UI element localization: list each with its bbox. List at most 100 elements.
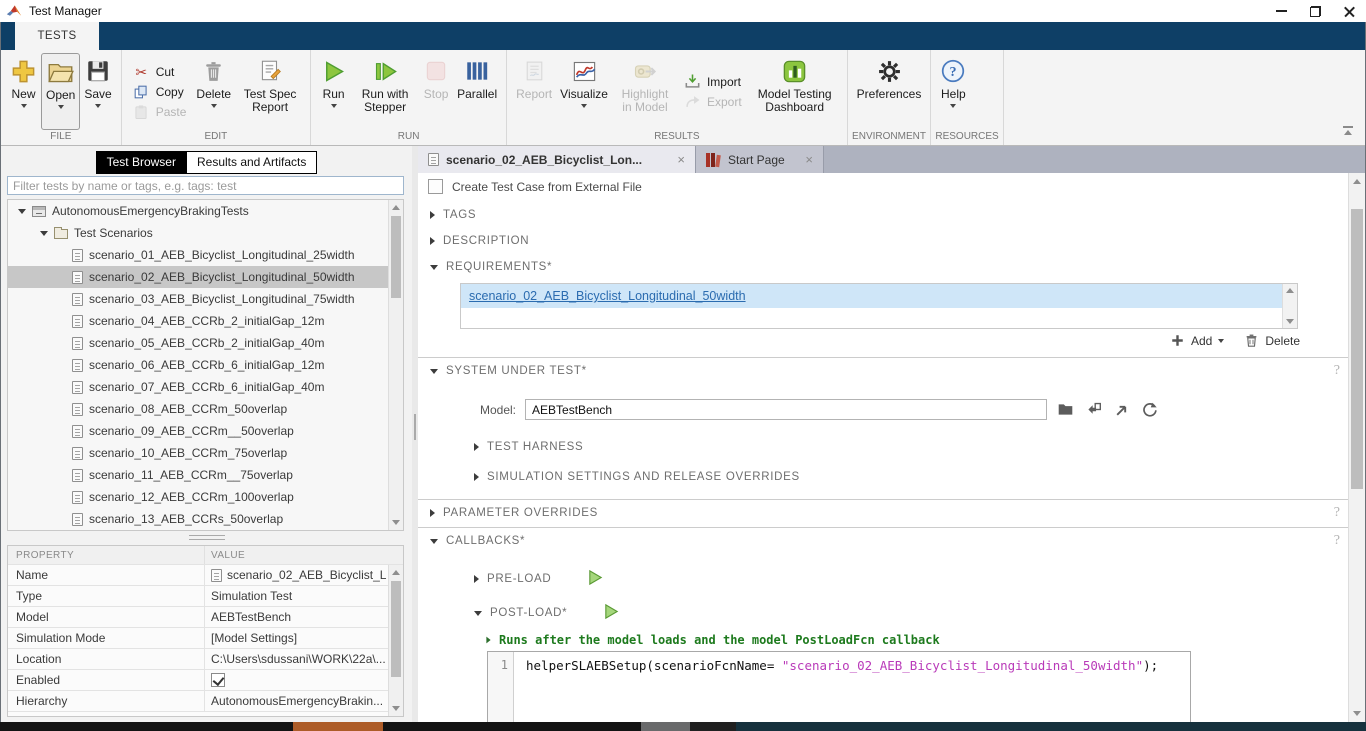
use-current-model-button[interactable] <box>1084 401 1103 419</box>
scroll-up-icon[interactable] <box>392 205 400 210</box>
property-row-simulation-mode[interactable]: Simulation Mode [Model Settings] <box>8 628 403 649</box>
tab-close-icon[interactable]: × <box>805 152 813 167</box>
callbacks-help-icon[interactable]: ? <box>1334 533 1340 549</box>
enabled-checkbox[interactable] <box>211 673 225 687</box>
section-tags[interactable]: TAGS <box>430 209 476 221</box>
parallel-button[interactable]: Parallel <box>453 53 501 130</box>
scroll-down-icon[interactable] <box>392 520 400 525</box>
run-preload-button[interactable] <box>587 569 604 589</box>
section-post-load[interactable]: POST-LOAD* <box>474 603 620 623</box>
tree-scrollbar[interactable] <box>388 200 403 530</box>
tab-results-and-artifacts[interactable]: Results and Artifacts <box>187 151 317 174</box>
property-scrollbar[interactable] <box>388 565 403 716</box>
tree-item-test-scenarios[interactable]: Test Scenarios <box>8 222 403 244</box>
run-with-stepper-button[interactable]: Run with Stepper <box>351 53 419 130</box>
property-row-name[interactable]: Name scenario_02_AEB_Bicyclist_L <box>8 565 403 586</box>
scroll-down-icon[interactable] <box>1286 319 1294 324</box>
section-description[interactable]: DESCRIPTION <box>430 235 529 247</box>
import-button[interactable]: Import <box>684 73 742 90</box>
scroll-up-icon[interactable] <box>1286 288 1294 293</box>
tree-item-scenario-11[interactable]: scenario_11_AEB_CCRm__75overlap <box>8 464 403 486</box>
help-dropdown-icon[interactable] <box>950 104 956 108</box>
scroll-down-icon[interactable] <box>392 706 400 711</box>
collapse-ribbon-button[interactable] <box>1341 126 1355 137</box>
new-dropdown-icon[interactable] <box>21 104 27 108</box>
tree-item-scenario-02[interactable]: scenario_02_AEB_Bicyclist_Longitudinal_5… <box>8 266 403 288</box>
property-row-location[interactable]: Location C:\Users\sdussani\WORK\22a\... <box>8 649 403 670</box>
tab-test-browser[interactable]: Test Browser <box>96 151 187 174</box>
scroll-down-icon[interactable] <box>1353 711 1361 716</box>
close-button[interactable] <box>1332 0 1366 22</box>
paste-button[interactable]: Paste <box>133 103 187 120</box>
add-dropdown-icon[interactable] <box>1218 339 1224 343</box>
tab-tests[interactable]: TESTS <box>15 22 99 50</box>
parameter-overrides-help-icon[interactable]: ? <box>1334 505 1340 521</box>
property-row-hierarchy[interactable]: Hierarchy AutonomousEmergencyBrakin... <box>8 691 403 712</box>
tree-item-scenario-12[interactable]: scenario_12_AEB_CCRm_100overlap <box>8 486 403 508</box>
browse-model-button[interactable] <box>1056 401 1075 419</box>
delete-dropdown-icon[interactable] <box>211 104 217 108</box>
section-pre-load[interactable]: PRE-LOAD <box>474 569 604 589</box>
requirements-scrollbar[interactable] <box>1282 284 1297 328</box>
visualize-dropdown-icon[interactable] <box>581 104 587 108</box>
open-model-button[interactable] <box>1112 401 1131 419</box>
restore-button[interactable] <box>1298 0 1332 22</box>
section-parameter-overrides[interactable]: PARAMETER OVERRIDES <box>430 507 598 519</box>
requirement-link[interactable]: scenario_02_AEB_Bicyclist_Longitudinal_5… <box>469 289 746 303</box>
scroll-up-icon[interactable] <box>392 570 400 575</box>
tree-item-scenario-03[interactable]: scenario_03_AEB_Bicyclist_Longitudinal_7… <box>8 288 403 310</box>
minimize-button[interactable] <box>1264 0 1298 22</box>
tree-item-scenario-08[interactable]: scenario_08_AEB_CCRm_50overlap <box>8 398 403 420</box>
refresh-model-button[interactable] <box>1140 401 1159 419</box>
section-test-harness[interactable]: TEST HARNESS <box>474 441 583 453</box>
postload-hint-row[interactable]: Runs after the model loads and the model… <box>486 633 940 647</box>
requirement-row-selected[interactable]: scenario_02_AEB_Bicyclist_Longitudinal_5… <box>461 284 1297 308</box>
test-spec-report-button[interactable]: Test Spec Report <box>235 53 305 130</box>
tree-item-scenario-06[interactable]: scenario_06_AEB_CCRb_6_initialGap_12m <box>8 354 403 376</box>
postload-code-editor[interactable]: 1 helperSLAEBSetup(scenarioFcnName= "sce… <box>487 651 1191 722</box>
save-button[interactable]: Save <box>80 53 115 130</box>
preferences-button[interactable]: Preferences <box>853 53 926 130</box>
new-button[interactable]: New <box>6 53 41 130</box>
tab-start-page[interactable]: Start Page × <box>696 146 824 173</box>
tree-item-scenario-07[interactable]: scenario_07_AEB_CCRb_6_initialGap_40m <box>8 376 403 398</box>
help-button[interactable]: ? Help <box>936 53 970 130</box>
tab-scenario-02[interactable]: scenario_02_AEB_Bicyclist_Lon... × <box>418 146 696 173</box>
open-button[interactable]: Open <box>41 53 80 130</box>
report-button[interactable]: Report <box>512 53 556 130</box>
section-requirements[interactable]: REQUIREMENTS* <box>430 261 552 273</box>
main-scroll-thumb[interactable] <box>1351 209 1363 489</box>
highlight-in-model-button[interactable]: Highlight in Model <box>612 53 678 130</box>
copy-button[interactable]: Copy <box>133 83 187 100</box>
scroll-up-icon[interactable] <box>1353 179 1361 184</box>
property-scroll-thumb[interactable] <box>391 581 401 677</box>
delete-button[interactable]: Delete <box>192 53 235 130</box>
run-postload-button[interactable] <box>603 603 620 623</box>
property-row-model[interactable]: Model AEBTestBench <box>8 607 403 628</box>
tree-item-scenario-09[interactable]: scenario_09_AEB_CCRm__50overlap <box>8 420 403 442</box>
tab-close-icon[interactable]: × <box>677 152 685 167</box>
collapse-caret-icon[interactable] <box>18 209 26 214</box>
cut-button[interactable]: ✂ Cut <box>133 63 187 80</box>
main-scrollbar[interactable] <box>1348 173 1365 722</box>
tree-item-scenario-04[interactable]: scenario_04_AEB_CCRb_2_initialGap_12m <box>8 310 403 332</box>
add-requirement-button[interactable]: Add <box>1170 333 1224 348</box>
property-row-enabled[interactable]: Enabled <box>8 670 403 691</box>
model-testing-dashboard-button[interactable]: Model Testing Dashboard <box>748 53 842 130</box>
export-button[interactable]: Export <box>684 93 742 110</box>
collapse-caret-icon[interactable] <box>40 231 48 236</box>
tree-scroll-thumb[interactable] <box>391 216 401 298</box>
stop-button[interactable]: Stop <box>419 53 453 130</box>
section-simulation-settings[interactable]: SIMULATION SETTINGS AND RELEASE OVERRIDE… <box>474 471 800 483</box>
tree-item-scenario-13[interactable]: scenario_13_AEB_CCRs_50overlap <box>8 508 403 530</box>
tree-item-scenario-05[interactable]: scenario_05_AEB_CCRb_2_initialGap_40m <box>8 332 403 354</box>
run-button[interactable]: Run <box>316 53 351 130</box>
create-from-external-file-checkbox[interactable] <box>428 179 443 194</box>
tree-item-scenario-10[interactable]: scenario_10_AEB_CCRm_75overlap <box>8 442 403 464</box>
property-row-type[interactable]: Type Simulation Test <box>8 586 403 607</box>
save-dropdown-icon[interactable] <box>95 104 101 108</box>
section-callbacks[interactable]: CALLBACKS* <box>430 535 525 547</box>
visualize-button[interactable]: Visualize <box>556 53 612 130</box>
model-input[interactable] <box>525 399 1047 420</box>
filter-tests-input[interactable] <box>7 176 404 195</box>
